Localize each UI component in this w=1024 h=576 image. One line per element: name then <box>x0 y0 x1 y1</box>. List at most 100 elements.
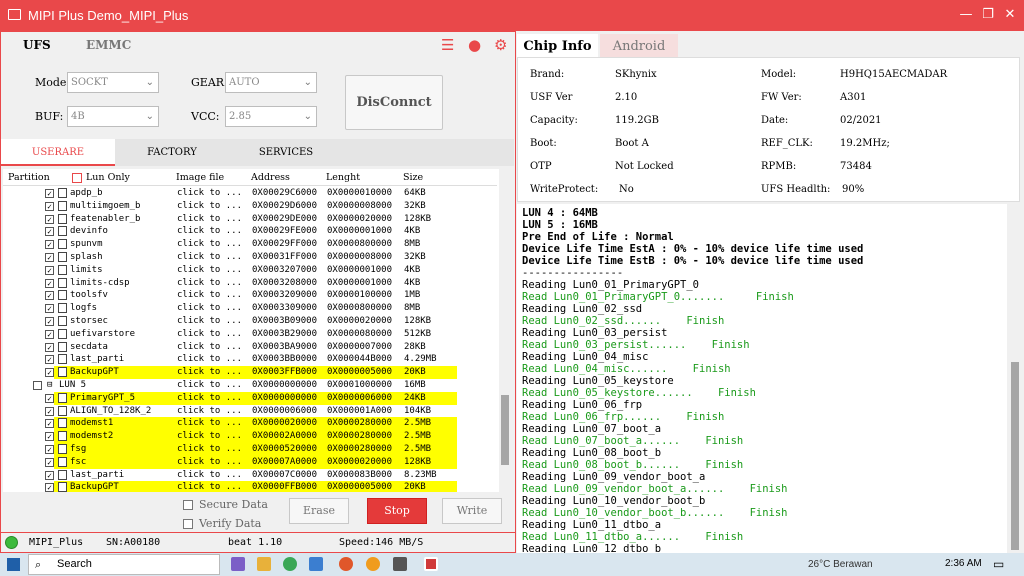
verify-data-checkbox[interactable] <box>183 519 193 529</box>
taskbar-app-icon[interactable] <box>393 557 407 571</box>
table-row[interactable]: ✓ featenabler_b click to ... 0X00029DE000 0X… <box>3 213 497 226</box>
table-scrollbar[interactable] <box>499 169 511 492</box>
close-button[interactable]: ✕ <box>1000 6 1020 24</box>
gear-icon[interactable]: ⚙ <box>494 36 507 54</box>
image-file-cell[interactable]: click to ... <box>177 238 242 251</box>
taskbar-search[interactable]: ⌕ Search <box>28 554 220 575</box>
table-row[interactable]: ✓ spunvm click to ... 0X00029FF000 0X0000800… <box>3 238 497 251</box>
image-file-cell[interactable]: click to ... <box>177 417 242 430</box>
taskbar-app-icon[interactable] <box>231 557 245 571</box>
image-file-cell[interactable]: click to ... <box>177 341 242 354</box>
vcc-select[interactable]: 2.85 ⌄ <box>225 106 317 127</box>
row-checkbox[interactable]: ✓ <box>45 201 54 211</box>
tab-ufs[interactable]: UFS <box>23 38 51 52</box>
row-checkbox[interactable]: ✓ <box>45 317 54 326</box>
table-row[interactable]: ✓ last_parti click to ... 0X00007C0000 0X000… <box>3 469 497 482</box>
row-checkbox[interactable]: ✓ <box>45 278 54 288</box>
table-row[interactable]: ✓ storsec click to ... 0X0003B09000 0X000002… <box>3 315 497 328</box>
image-file-cell[interactable]: click to ... <box>177 315 242 328</box>
table-row[interactable]: ✓ toolsfv click to ... 0X0003209000 0X000010… <box>3 289 497 302</box>
user-icon[interactable]: ● <box>468 36 481 54</box>
scroll-thumb[interactable] <box>1011 362 1019 550</box>
table-row[interactable]: ✓ uefivarstore click to ... 0X0003B29000 0X0… <box>3 328 497 341</box>
stop-button[interactable]: Stop <box>367 498 427 524</box>
image-file-cell[interactable]: click to ... <box>177 302 242 315</box>
row-checkbox[interactable]: ✓ <box>45 291 54 301</box>
row-checkbox[interactable]: ✓ <box>45 214 54 224</box>
tab-android[interactable]: Android <box>600 34 678 59</box>
image-file-cell[interactable]: click to ... <box>177 405 242 418</box>
row-checkbox[interactable]: ✓ <box>45 406 54 416</box>
mipi-plus-taskbar-icon[interactable] <box>424 557 438 571</box>
row-checkbox[interactable]: ✓ <box>45 483 54 492</box>
row-checkbox[interactable]: ✓ <box>45 329 54 339</box>
row-checkbox[interactable]: ✓ <box>45 457 54 467</box>
table-row[interactable]: ✓ limits-cdsp click to ... 0X0003208000 0X00… <box>3 277 497 290</box>
image-file-cell[interactable]: click to ... <box>177 225 242 238</box>
image-file-cell[interactable]: click to ... <box>177 187 242 200</box>
row-checkbox[interactable]: ✓ <box>45 445 54 454</box>
secure-data-checkbox[interactable] <box>183 500 193 510</box>
disconnect-button[interactable]: DisConnct <box>345 75 443 130</box>
erase-button[interactable]: Erase <box>289 498 349 524</box>
image-file-cell[interactable]: click to ... <box>177 264 242 277</box>
image-file-cell[interactable]: click to ... <box>177 481 242 492</box>
table-row[interactable]: ✓ apdp_b click to ... 0X00029C6000 0X0000010… <box>3 187 497 200</box>
image-file-cell[interactable]: click to ... <box>177 366 242 379</box>
table-row[interactable]: ✓ modemst2 click to ... 0X00002A0000 0X00002… <box>3 430 497 443</box>
minimize-button[interactable]: — <box>956 6 976 24</box>
row-checkbox[interactable]: ✓ <box>45 368 54 378</box>
collapse-icon[interactable]: ⊟ <box>47 379 52 392</box>
row-checkbox[interactable]: ✓ <box>45 265 54 275</box>
image-file-cell[interactable]: click to ... <box>177 353 242 366</box>
image-file-cell[interactable]: click to ... <box>177 213 242 226</box>
row-checkbox[interactable]: ✓ <box>45 393 54 403</box>
row-checkbox[interactable]: ✓ <box>45 355 54 365</box>
row-checkbox[interactable]: ✓ <box>45 253 54 262</box>
row-checkbox[interactable]: ✓ <box>45 432 54 442</box>
menu-icon[interactable]: ☰ <box>441 36 454 54</box>
lun-only-checkbox[interactable] <box>72 173 82 183</box>
image-file-cell[interactable]: click to ... <box>177 251 242 264</box>
image-file-cell[interactable]: click to ... <box>177 443 242 456</box>
table-row[interactable]: ✓ multiimgoem_b click to ... 0X00029D6000 0X… <box>3 200 497 213</box>
row-checkbox[interactable]: ✓ <box>45 419 54 429</box>
table-row[interactable]: ✓ BackupGPT click to ... 0X0003FFB000 0X0000… <box>3 366 497 379</box>
image-file-cell[interactable]: click to ... <box>177 456 242 469</box>
row-checkbox[interactable]: ✓ <box>45 189 54 198</box>
tab-emmc[interactable]: EMMC <box>86 38 131 52</box>
image-file-cell[interactable]: click to ... <box>177 469 242 482</box>
image-file-cell[interactable]: click to ... <box>177 379 242 392</box>
chrome-icon[interactable] <box>283 557 297 571</box>
buf-select[interactable]: 4B ⌄ <box>67 106 159 127</box>
table-row[interactable]: ⊟ LUN 5 click to ... 0X0000000000 0X00010000… <box>3 379 497 392</box>
table-row[interactable]: ✓ ALIGN_TO_128K_2 click to ... 0X0000006000… <box>3 405 497 418</box>
row-checkbox[interactable]: ✓ <box>45 304 54 314</box>
image-file-cell[interactable]: click to ... <box>177 277 242 290</box>
notification-icon[interactable]: ▭ <box>993 557 1004 571</box>
row-checkbox[interactable]: ✓ <box>45 227 54 237</box>
table-row[interactable]: ✓ PrimaryGPT_5 click to ... 0X0000000000 0X0… <box>3 391 497 405</box>
folder-icon[interactable] <box>257 557 271 571</box>
tab-services[interactable]: SERVICES <box>229 139 343 166</box>
taskbar-app-icon[interactable] <box>339 557 353 571</box>
row-checkbox[interactable]: ✓ <box>45 240 54 250</box>
taskbar-app-icon[interactable] <box>309 557 323 571</box>
taskbar-app-icon[interactable] <box>366 557 380 571</box>
restore-button[interactable]: ❐ <box>978 6 998 24</box>
row-checkbox[interactable] <box>33 381 42 390</box>
image-file-cell[interactable]: click to ... <box>177 328 242 341</box>
scroll-thumb[interactable] <box>501 395 509 465</box>
table-row[interactable]: ✓ BackupGPT click to ... 0X0000FFB000 0X0000… <box>3 481 497 492</box>
table-row[interactable]: ✓ logfs click to ... 0X0003309000 0X00008000… <box>3 302 497 315</box>
table-row[interactable]: ✓ modemst1 click to ... 0X0000020000 0X00002… <box>3 417 497 431</box>
table-row[interactable]: ✓ last_parti click to ... 0X0003BB0000 0X000… <box>3 353 497 366</box>
image-file-cell[interactable]: click to ... <box>177 200 242 213</box>
row-checkbox[interactable]: ✓ <box>45 342 54 352</box>
tab-chip-info[interactable]: Chip Info <box>517 34 598 59</box>
image-file-cell[interactable]: click to ... <box>177 392 242 405</box>
tab-factory[interactable]: FACTORY <box>115 139 229 166</box>
table-row[interactable]: ✓ limits click to ... 0X0003207000 0X0000001… <box>3 264 497 277</box>
log-scrollbar[interactable] <box>1008 204 1022 553</box>
gear-select[interactable]: AUTO ⌄ <box>225 72 317 93</box>
